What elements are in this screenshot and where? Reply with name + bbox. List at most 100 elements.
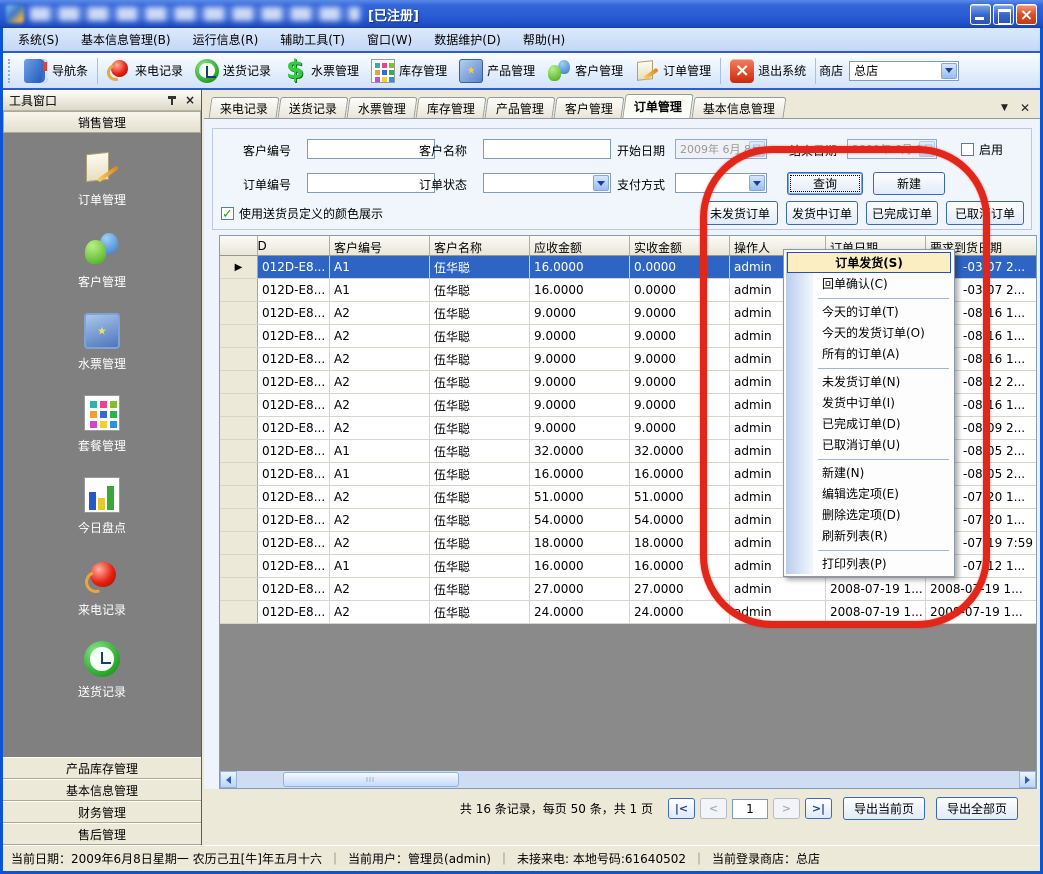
context-menu-item[interactable]: 未发货订单(N) [786, 371, 952, 392]
query-button[interactable]: 查询 [787, 172, 863, 195]
order-no-input[interactable] [307, 173, 435, 193]
row-selector-cell[interactable]: ▶ [220, 555, 258, 577]
context-menu-item[interactable]: 打印列表(P) [786, 553, 952, 574]
tab[interactable]: 产品管理 [485, 97, 556, 118]
row-selector-cell[interactable]: ▶ [220, 463, 258, 485]
toolbar-button[interactable] [815, 58, 816, 84]
tab[interactable]: 库存管理 [416, 97, 487, 118]
tab[interactable]: 客户管理 [554, 97, 625, 118]
filter-undelivered-button[interactable]: 未发货订单 [702, 201, 778, 225]
row-selector-cell[interactable]: ▶ [220, 325, 258, 347]
prev-page-button[interactable]: < [700, 798, 727, 819]
context-menu-item[interactable]: 回单确认(C) [786, 273, 952, 294]
toolbar-button[interactable]: 来电记录 [101, 56, 189, 86]
context-menu-item[interactable]: 发货中订单(I) [786, 392, 952, 413]
scroll-left-icon[interactable] [220, 771, 237, 788]
column-header[interactable]: 应收金额 [530, 236, 630, 256]
sidebar-item[interactable]: 客户管理 [78, 231, 126, 290]
row-selector-cell[interactable]: ▶ [220, 279, 258, 301]
end-date-picker[interactable]: 2009年 6月 8日 [847, 139, 937, 159]
toolbar-button[interactable]: 水票管理 [277, 56, 365, 86]
pay-method-combobox[interactable] [675, 173, 767, 193]
sidebar-item[interactable]: 来电记录 [78, 559, 126, 618]
pin-icon[interactable] [167, 95, 177, 106]
toolbar-button[interactable] [720, 58, 721, 84]
horizontal-scrollbar[interactable] [220, 771, 1036, 788]
toolbar-button[interactable]: 退出系统 [724, 56, 812, 86]
menu-item[interactable]: 运行信息(R) [182, 28, 270, 51]
context-menu-item[interactable]: 已取消订单(U) [786, 434, 952, 455]
row-selector-cell[interactable]: ▶ [220, 348, 258, 370]
menu-item[interactable]: 帮助(H) [512, 28, 576, 51]
row-selector-cell[interactable]: ▶ [220, 601, 258, 623]
sidebar-section-button[interactable]: 财务管理 [3, 801, 201, 823]
scrollbar-track[interactable] [237, 771, 1019, 788]
sidebar-item[interactable]: 送货记录 [78, 641, 126, 700]
export-current-page-button[interactable]: 导出当前页 [843, 797, 925, 820]
context-menu-item[interactable]: 刷新列表(R) [786, 525, 952, 546]
tab[interactable]: 送货记录 [278, 97, 349, 118]
toolbar-button[interactable]: 客户管理 [541, 56, 629, 86]
menu-item[interactable]: 窗口(W) [356, 28, 423, 51]
row-selector-cell[interactable]: ▶ [220, 486, 258, 508]
context-menu-item[interactable]: 编辑选定项(E) [786, 483, 952, 504]
page-number-input[interactable] [732, 799, 768, 819]
toolbar-button[interactable]: 订单管理 [629, 56, 717, 86]
sidebar-section-button[interactable]: 产品库存管理 [3, 757, 201, 779]
table-row[interactable]: ▶ 012D-E8... A2 伍华聪 24.0000 24.0000 admi… [220, 601, 1036, 624]
tab[interactable]: 来电记录 [209, 97, 280, 118]
filter-delivering-button[interactable]: 发货中订单 [786, 201, 858, 225]
sidebar-item[interactable]: 今日盘点 [78, 477, 126, 536]
sidebar-item[interactable]: 订单管理 [78, 149, 126, 208]
scrollbar-thumb[interactable] [283, 772, 459, 787]
context-menu-item[interactable]: 订单发货(S) [787, 252, 951, 273]
minimize-button[interactable] [970, 4, 991, 25]
new-button[interactable]: 新建 [873, 172, 945, 195]
sidebar-item[interactable]: 套餐管理 [78, 395, 126, 454]
toolbar-button[interactable] [97, 58, 98, 84]
context-menu-item[interactable] [786, 364, 952, 371]
close-icon[interactable]: × [185, 94, 195, 106]
table-row[interactable]: ▶ 012D-E8... A2 伍华聪 27.0000 27.0000 admi… [220, 578, 1036, 601]
menu-item[interactable]: 辅助工具(T) [269, 28, 356, 51]
filter-completed-button[interactable]: 已完成订单 [866, 201, 938, 225]
tab[interactable]: 基本信息管理 [692, 97, 787, 118]
row-selector-cell[interactable]: ▶ [220, 417, 258, 439]
tab[interactable]: 水票管理 [347, 97, 418, 118]
chevron-down-icon[interactable] [749, 141, 765, 157]
sidebar-section-button[interactable]: 售后管理 [3, 823, 201, 845]
menu-item[interactable]: 系统(S) [7, 28, 70, 51]
chevron-down-icon[interactable] [593, 175, 609, 191]
maximize-button[interactable] [993, 4, 1014, 25]
row-selector-cell[interactable]: ▶ [220, 578, 258, 600]
row-selector-cell[interactable]: ▶ [220, 509, 258, 531]
store-combobox[interactable]: 总店 [849, 61, 959, 81]
scroll-right-icon[interactable] [1019, 771, 1036, 788]
start-date-picker[interactable]: 2009年 6月 8日 [675, 139, 767, 159]
context-menu-item[interactable] [786, 546, 952, 553]
context-menu-item[interactable]: 所有的订单(A) [786, 343, 952, 364]
customer-name-input[interactable] [483, 139, 611, 159]
sidebar-section-sales[interactable]: 销售管理 [3, 111, 201, 133]
context-menu-item[interactable]: 新建(N) [786, 462, 952, 483]
filter-cancelled-button[interactable]: 已取消订单 [946, 201, 1024, 225]
color-checkbox[interactable] [221, 207, 234, 220]
column-header[interactable]: 实收金额 [630, 236, 730, 256]
toolbar-button[interactable]: 送货记录 [189, 56, 277, 86]
row-selector-cell[interactable]: ▶ [220, 371, 258, 393]
menu-item[interactable]: 基本信息管理(B) [70, 28, 182, 51]
toolbar-button[interactable]: 库存管理 [365, 56, 453, 86]
column-header[interactable]: 客户名称 [430, 236, 530, 256]
context-menu-item[interactable]: 删除选定项(D) [786, 504, 952, 525]
enable-checkbox[interactable] [961, 143, 974, 156]
column-header[interactable]: 客户编号 [330, 236, 430, 256]
tab-list-dropdown-icon[interactable]: ▼ [1001, 103, 1008, 113]
tab-close-icon[interactable]: ✕ [1020, 102, 1030, 114]
context-menu-item[interactable] [786, 294, 952, 301]
menu-item[interactable]: 数据维护(D) [423, 28, 512, 51]
order-status-combobox[interactable] [483, 173, 611, 193]
row-selector-cell[interactable]: ▶ [220, 532, 258, 554]
close-button[interactable] [1016, 4, 1037, 25]
customer-no-input[interactable] [307, 139, 435, 159]
toolbar-button[interactable]: 导航条 [18, 56, 94, 86]
